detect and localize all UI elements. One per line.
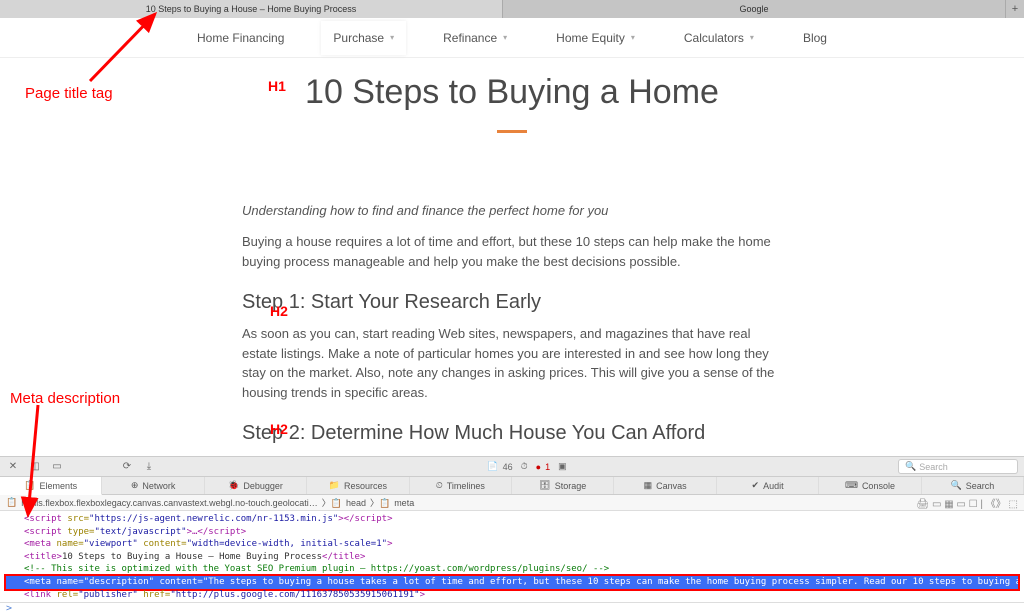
step1-heading: Step 1: Start Your Research Early [242,291,782,314]
new-tab-button[interactable]: + [1006,0,1024,18]
reload-icon[interactable]: ⟳ [120,460,134,474]
crumb-tools[interactable]: 🖨 ▭ ▦ ▭ ☐ | 《》 ⬚ [917,495,1019,510]
time-icon: ⏱ [521,461,528,472]
devtools-toolbar: ✕ ◫ ▭ ⟳ ⤓ 📄 46 ⏱ ● 1 ▣ 🔍 Search [0,457,1024,477]
meta-description-line[interactable]: <meta name="description" content="The st… [6,576,1018,589]
tab-resources[interactable]: 📁 Resources [307,477,409,494]
doc-count: 📄 46 [487,461,512,472]
chevron-down-icon: ▾ [631,33,635,42]
page-content: 10 Steps to Buying a Home Understanding … [0,58,1024,445]
main-nav: Home Financing Purchase▾ Refinance▾ Home… [0,18,1024,58]
dock-icon[interactable]: ◫ [28,460,42,474]
chevron-down-icon: ▾ [390,33,394,42]
tab-console[interactable]: ⌨ Console [819,477,921,494]
close-icon[interactable]: ✕ [6,460,20,474]
panel-icon[interactable]: ▭ [50,460,64,474]
intro-paragraph: Buying a house requires a lot of time an… [242,232,782,271]
subtitle: Understanding how to find and finance th… [242,203,782,218]
crumb-meta[interactable]: meta [394,498,414,508]
download-icon[interactable]: ⤓ [142,460,156,474]
log-icon[interactable]: ▣ [558,461,567,472]
tab-storage[interactable]: 🗄 Storage [512,477,614,494]
tab-debugger[interactable]: 🐞 Debugger [205,477,307,494]
article-body: Understanding how to find and finance th… [242,203,782,445]
divider [497,130,527,133]
crumb-html[interactable]: html​s.flexbox.flexboxlegacy.canvas.canv… [21,498,318,508]
browser-tab-active[interactable]: 10 Steps to Buying a House – Home Buying… [0,0,503,18]
devtools-panel: ✕ ◫ ▭ ⟳ ⤓ 📄 46 ⏱ ● 1 ▣ 🔍 Search 📋 Elemen… [0,456,1024,614]
page-h1: 10 Steps to Buying a Home [0,73,1024,112]
nav-home-equity[interactable]: Home Equity▾ [544,21,647,55]
tab-audit[interactable]: ✔ Audit [717,477,819,494]
nav-purchase[interactable]: Purchase▾ [321,21,406,55]
console-prompt[interactable]: > [0,602,1024,614]
nav-home-financing[interactable]: Home Financing [185,21,296,55]
nav-refinance[interactable]: Refinance▾ [431,21,519,55]
chevron-down-icon: ▾ [750,33,754,42]
tab-search[interactable]: 🔍 Search [922,477,1024,494]
browser-tab-bar: 10 Steps to Buying a House – Home Buying… [0,0,1024,18]
nav-calculators[interactable]: Calculators▾ [672,21,766,55]
tab-canvas[interactable]: ▦ Canvas [614,477,716,494]
nav-blog[interactable]: Blog [791,21,839,55]
step2-heading: Step 2: Determine How Much House You Can… [242,422,782,445]
devtools-breadcrumb: 📋 html​s.flexbox.flexboxlegacy.canvas.ca… [0,495,1024,511]
error-count[interactable]: ● 1 [536,462,550,472]
devtools-tabs: 📋 Elements ⊕ Network 🐞 Debugger 📁 Resour… [0,477,1024,495]
devtools-search[interactable]: 🔍 Search [898,459,1018,474]
browser-tab-other[interactable]: Google [503,0,1006,18]
tab-timelines[interactable]: ⏲ Timelines [410,477,512,494]
tab-network[interactable]: ⊕ Network [102,477,204,494]
chevron-down-icon: ▾ [503,33,507,42]
devtools-source[interactable]: <script src="https://js-agent.newrelic.c… [0,511,1024,603]
crumb-head[interactable]: head [346,498,366,508]
tab-elements[interactable]: 📋 Elements [0,477,102,495]
step1-paragraph: As soon as you can, start reading Web si… [242,324,782,402]
